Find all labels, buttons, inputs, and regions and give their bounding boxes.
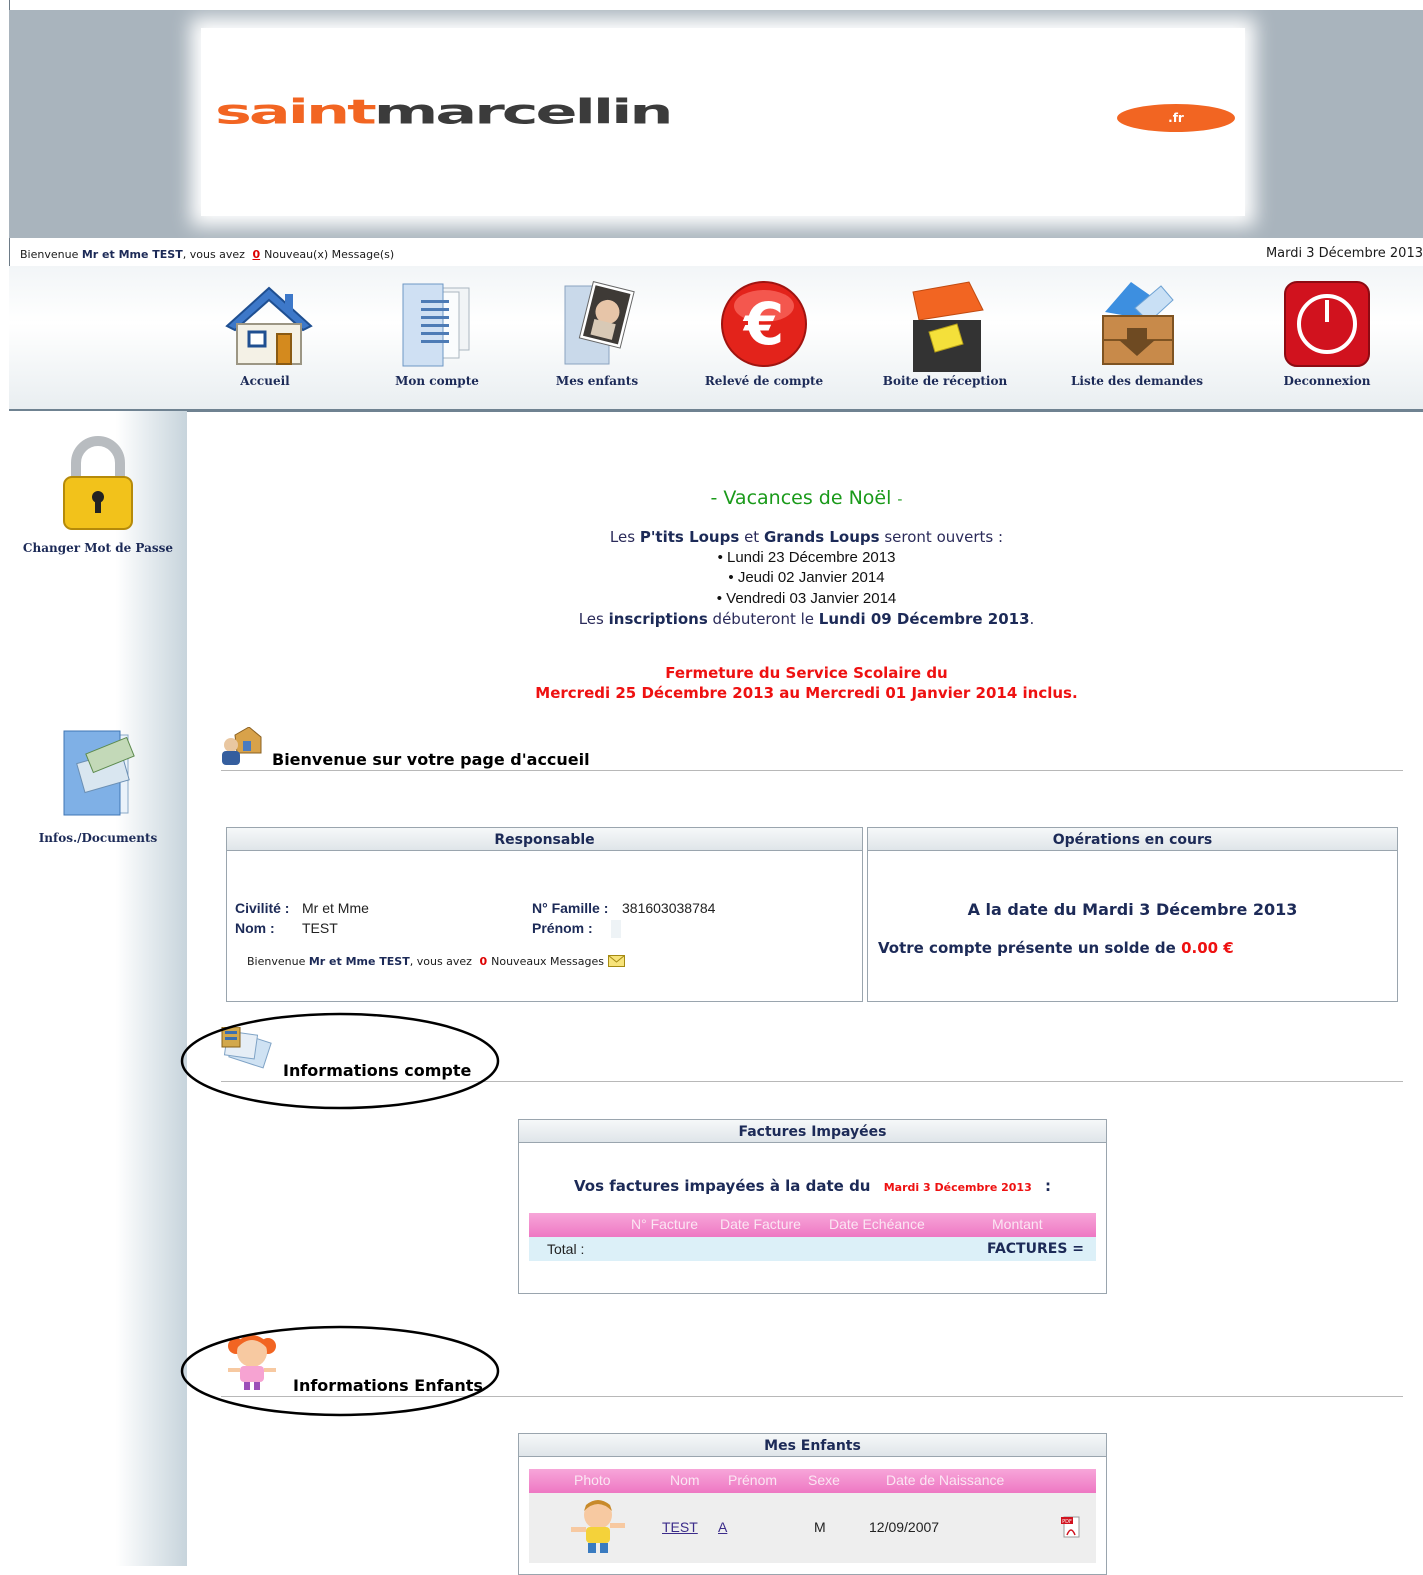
section-divider [221, 770, 1403, 771]
child-nom-link[interactable]: TEST [662, 1519, 698, 1535]
new-messages-count-link[interactable]: 0 [252, 248, 260, 261]
power-icon [1281, 278, 1373, 370]
closure-notice-line1: Fermeture du Service Scolaire du [665, 664, 948, 682]
children-table-header: Photo Nom Prénom Sexe Date de Naissance [529, 1469, 1096, 1493]
operations-panel-header: Opérations en cours [868, 828, 1397, 851]
table-row: TEST A M 12/09/2007 PDF [529, 1493, 1096, 1563]
civilite-value: Mr et Mme [302, 900, 369, 916]
messages-count-link[interactable]: 0 [479, 955, 487, 968]
children-panel-header: Mes Enfants [519, 1434, 1106, 1457]
inbox-icon [899, 278, 991, 372]
operations-panel: Opérations en cours A la date du Mardi 3… [867, 827, 1398, 1002]
col-prenom: Prénom [728, 1472, 778, 1488]
unpaid-invoices-header: Factures Impayées [519, 1120, 1106, 1143]
children-panel: Mes Enfants Photo Nom Prénom Sexe Date d… [518, 1433, 1107, 1575]
welcome-message-bar: Bienvenue Mr et Mme TEST, vous avez 0 Nou… [20, 248, 395, 261]
operations-balance-line: Votre compte présente un solde de 0.00 € [878, 939, 1234, 957]
box-download-icon [1091, 278, 1183, 370]
nav-mon-compte[interactable]: Mon compte [352, 266, 522, 388]
svg-text:€: € [742, 290, 784, 358]
announcement-registration: Les inscriptions débuteront le Lundi 09 … [578, 610, 1035, 628]
famille-value: 381603038784 [622, 900, 716, 916]
padlock-icon [52, 433, 144, 533]
sidebar-item-infos-documents[interactable]: Infos./Documents [9, 725, 187, 845]
nav-releve-de-compte[interactable]: € Relevé de compte [679, 266, 849, 388]
col-nom: Nom [670, 1472, 700, 1488]
col-date-naissance: Date de Naissance [886, 1472, 1005, 1488]
site-logo[interactable]: saintmarcellin [215, 95, 673, 129]
svg-text:PDF: PDF [1062, 1519, 1072, 1525]
nom-value: TEST [302, 920, 338, 936]
announcement-title: - Vacances de Noël - [710, 487, 903, 509]
famille-label: N° Famille : [532, 900, 609, 916]
sidebar-item-change-password[interactable]: Changer Mot de Passe [9, 433, 187, 555]
child-prenom-link[interactable]: A [718, 1519, 727, 1535]
announcement-date-item: • Lundi 23 Décembre 2013 [717, 549, 896, 566]
operations-date-line: A la date du Mardi 3 Décembre 2013 [967, 900, 1298, 919]
prenom-value [611, 920, 621, 938]
house-icon [219, 278, 313, 370]
col-date-facture: Date Facture [720, 1216, 801, 1232]
col-montant: Montant [992, 1216, 1043, 1232]
invoices-total-row: Total : FACTURES = [529, 1237, 1096, 1261]
child-birthdate: 12/09/2007 [869, 1519, 940, 1535]
col-sexe: Sexe [808, 1472, 840, 1488]
pdf-icon[interactable]: PDF [1061, 1515, 1081, 1543]
announcement-intro: Les P'tits Loups et Grands Loups seront … [609, 528, 1004, 546]
documents-icon [391, 278, 483, 370]
welcome-section-title: Bienvenue sur votre page d'accueil [272, 750, 590, 769]
baby-photo-icon [551, 278, 643, 370]
nom-label: Nom : [235, 920, 275, 936]
nav-accueil[interactable]: Accueil [180, 266, 350, 388]
nav-boite-de-reception[interactable]: Boite de réception [860, 266, 1030, 388]
highlight-ellipse [180, 1012, 500, 1110]
responsable-panel: Responsable Civilité : Mr et Mme Nom : T… [226, 827, 863, 1002]
child-boy-photo-icon [567, 1497, 629, 1559]
unpaid-invoices-line: Vos factures impayées à la date du Mardi… [574, 1177, 1051, 1195]
closure-notice-line2: Mercredi 25 Décembre 2013 au Mercredi 01… [535, 684, 1078, 702]
logo-fr-badge: .fr [1117, 104, 1235, 132]
current-date: Mardi 3 Décembre 2013 [1265, 246, 1423, 261]
col-photo: Photo [574, 1472, 611, 1488]
balance-value: 0.00 € [1181, 939, 1234, 957]
responsable-messages-line: Bienvenue Mr et Mme TEST, vous avez 0 Nou… [247, 955, 625, 970]
euro-icon: € [718, 278, 810, 370]
highlight-ellipse [180, 1325, 500, 1417]
invoices-table-header: N° Facture Date Facture Date Echéance Mo… [529, 1213, 1096, 1237]
documents-icon [52, 725, 144, 821]
unpaid-invoices-panel: Factures Impayées Vos factures impayées … [518, 1119, 1107, 1294]
nav-deconnexion[interactable]: Deconnexion [1242, 266, 1412, 388]
announcement-date-item: • Jeudi 02 Janvier 2014 [728, 569, 885, 586]
family-home-icon [219, 726, 263, 767]
announcement-date-item: • Vendredi 03 Janvier 2014 [716, 590, 897, 607]
responsable-panel-header: Responsable [227, 828, 862, 851]
civilite-label: Civilité : [235, 900, 290, 916]
prenom-label: Prénom : [532, 920, 593, 936]
sidebar: Changer Mot de Passe Infos./Documents [9, 411, 187, 1566]
child-sexe: M [814, 1519, 826, 1535]
main-navigation: Accueil Mon compte Mes enfants € Relevé … [9, 266, 1423, 412]
nav-mes-enfants[interactable]: Mes enfants [512, 266, 682, 388]
col-numero-facture: N° Facture [631, 1216, 699, 1232]
envelope-icon[interactable] [607, 955, 625, 970]
col-date-echeance: Date Echéance [829, 1216, 925, 1232]
nav-liste-des-demandes[interactable]: Liste des demandes [1052, 266, 1222, 388]
